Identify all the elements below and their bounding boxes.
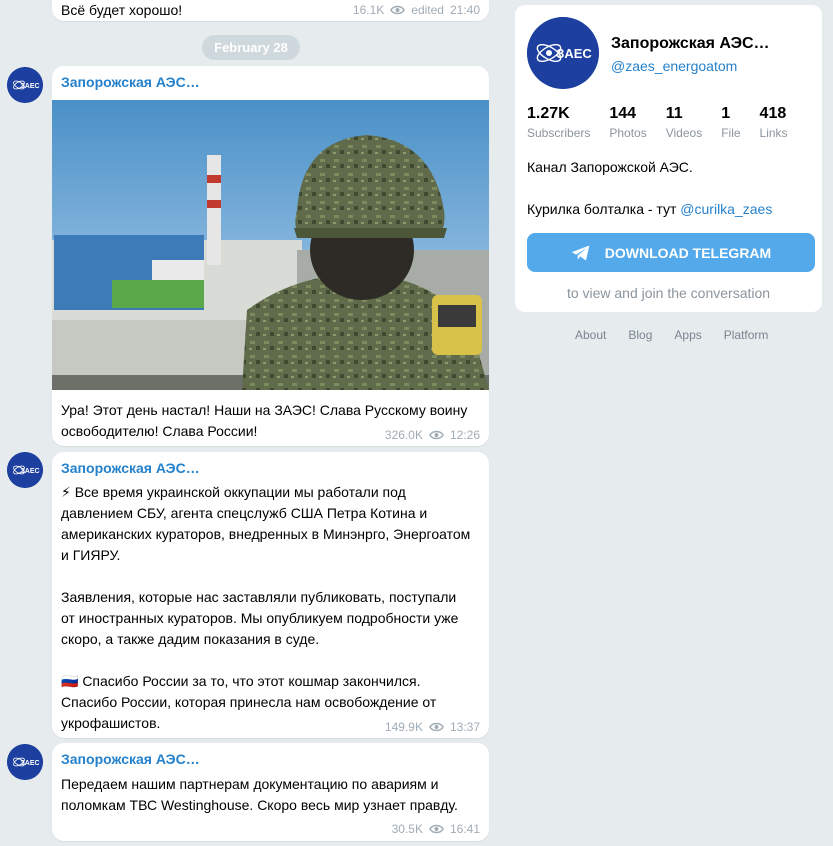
svg-text:ЗАЕС: ЗАЕС (20, 83, 39, 90)
stat-videos[interactable]: 11 Videos (666, 105, 702, 140)
chat-link[interactable]: @curilka_zaes (680, 201, 772, 217)
channel-avatar[interactable]: ЗАЕС (527, 17, 599, 89)
post-author[interactable]: Запорожская АЭС… (61, 74, 200, 90)
stat-label: Videos (665, 126, 703, 140)
avatar[interactable]: ЗАЕС (7, 67, 43, 103)
post-author[interactable]: Запорожская АЭС… (61, 751, 200, 767)
message-bubble: Запорожская АЭС… Передаем нашим партнера… (52, 743, 489, 841)
channel-handle[interactable]: @zaes_energoatom (611, 58, 737, 74)
stat-label: File (721, 126, 741, 140)
description-text: Канал Запорожской АЭС. (527, 159, 693, 175)
stat-label: Photos (609, 126, 647, 140)
chat-line: Курилка болталка - тут @curilka_zaes (527, 199, 817, 220)
message-time: 12:26 (449, 428, 480, 442)
stat-number: 1 (721, 105, 731, 122)
views-count: 149.9K (384, 720, 423, 734)
stat-photos[interactable]: 144 Photos (609, 105, 646, 140)
stat-links[interactable]: 418 Links (760, 105, 788, 140)
message-bubble: Запорожская АЭС… Ура! Этот день настал! … (52, 66, 489, 446)
message-time: 16:41 (449, 822, 480, 836)
message-meta: 30.5K 16:41 (392, 822, 480, 836)
message-text: ⚡ Все время украинской оккупации мы рабо… (61, 484, 471, 731)
footer-link-apps[interactable]: Apps (674, 328, 701, 342)
message-meta: 326.0K 12:26 (385, 428, 480, 442)
views-count: 16.1K (352, 3, 385, 17)
stat-label: Links (759, 126, 788, 140)
channel-description: Канал Запорожской АЭС. Курилка болталка … (527, 157, 817, 220)
eye-icon (390, 5, 406, 15)
views-count: 30.5K (391, 822, 423, 836)
eye-icon (429, 824, 444, 834)
avatar[interactable]: ЗАЕС (7, 744, 43, 780)
stat-label: Subscribers (527, 126, 591, 140)
channel-info-card: ЗАЕС Запорожская АЭС… @zaes_energoatom 1… (515, 5, 822, 312)
post-author[interactable]: Запорожская АЭС… (61, 460, 200, 476)
svg-text:ЗАЕС: ЗАЕС (20, 468, 39, 475)
channel-title: Запорожская АЭС… (611, 35, 770, 52)
footer-link-platform[interactable]: Platform (724, 328, 769, 342)
download-telegram-button[interactable]: DOWNLOAD TELEGRAM (527, 233, 815, 272)
message-time: 13:37 (449, 720, 480, 734)
join-hint: to view and join the conversation (566, 285, 771, 301)
date-separator: February 28 (202, 35, 300, 60)
stat-subscribers: 1.27K Subscribers (527, 105, 590, 140)
svg-text:ЗАЕС: ЗАЕС (556, 46, 592, 61)
stat-number: 418 (759, 105, 787, 122)
eye-icon (429, 722, 444, 732)
post-photo[interactable] (52, 100, 489, 390)
avatar[interactable]: ЗАЕС (7, 452, 43, 488)
message-text: Передаем нашим партнерам документацию по… (61, 776, 458, 813)
telegram-plane-icon (571, 245, 590, 260)
edited-label: edited (411, 3, 444, 17)
stat-number: 1.27K (527, 105, 570, 122)
message-time: 21:40 (449, 3, 480, 17)
footer-link-about[interactable]: About (575, 328, 606, 342)
message-bubble: Всё будет хорошо! 16.1K edited 21:40 (52, 0, 489, 21)
message-meta: 149.9K 13:37 (385, 720, 480, 734)
message-meta: 16.1K edited 21:40 (353, 3, 480, 17)
message-feed: Всё будет хорошо! 16.1K edited 21:40 Feb… (0, 0, 500, 846)
message-bubble: Запорожская АЭС… ⚡ Все время украинской … (52, 452, 489, 738)
svg-text:ЗАЕС: ЗАЕС (20, 760, 39, 767)
stat-number: 11 (665, 105, 683, 122)
download-label: DOWNLOAD TELEGRAM (604, 244, 772, 261)
eye-icon (429, 430, 444, 440)
stat-number: 144 (609, 105, 637, 122)
channel-stats: 1.27K Subscribers 144 Photos 11 Videos 1… (527, 105, 807, 140)
footer-link-blog[interactable]: Blog (628, 328, 652, 342)
chat-text: Курилка болталка - тут (527, 201, 681, 217)
footer-links: About Blog Apps Platform (575, 328, 790, 342)
stat-files[interactable]: 1 File (721, 105, 740, 140)
views-count: 326.0K (384, 428, 423, 442)
